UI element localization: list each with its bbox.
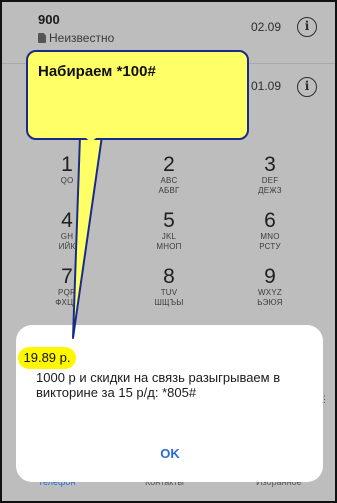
key-letters-cyrillic: ИЙК: [58, 242, 76, 251]
key-letters-latin: WXYZ: [258, 288, 282, 297]
callout-text: Набираем *100#: [38, 63, 156, 80]
key-letters-cyrillic: ФХЦЧ: [55, 298, 79, 307]
balance-badge: 19.89 р.: [18, 347, 76, 369]
key-letters-latin: JKL: [161, 232, 177, 241]
caller-status: Неизвестно: [49, 31, 115, 45]
key-digit: 5: [163, 209, 175, 232]
dial-key-7[interactable]: 7 PQR ФХЦЧ: [32, 266, 102, 308]
info-icon[interactable]: i: [297, 17, 317, 37]
dial-key-2[interactable]: 2 ABC АБВГ: [134, 154, 204, 196]
dial-key-4[interactable]: 4 GH ИЙК: [32, 210, 102, 252]
call-date: 02.09: [250, 20, 281, 34]
key-digit: 2: [163, 153, 175, 176]
caller-subtitle: Неизвестно: [38, 31, 114, 45]
info-icon[interactable]: i: [297, 77, 317, 97]
key-letters-latin: MNO: [260, 232, 280, 241]
key-letters-cyrillic: МНОП: [156, 242, 182, 251]
dial-key-1[interactable]: 1 QO: [32, 154, 102, 186]
key-digit: 3: [264, 153, 276, 176]
key-letters-cyrillic: ЬЭЮЯ: [257, 298, 283, 307]
key-letters-latin: GH: [60, 232, 74, 241]
dial-key-3[interactable]: 3 DEF ДЕЖЗ: [235, 154, 305, 196]
call-date: 01.09: [250, 79, 281, 93]
key-letters-latin: QO: [60, 176, 74, 185]
dial-key-9[interactable]: 9 WXYZ ЬЭЮЯ: [235, 266, 305, 308]
key-letters-cyrillic: АБВГ: [158, 186, 180, 195]
key-digit: 1: [61, 153, 73, 176]
key-digit: 4: [61, 209, 73, 232]
key-letters-cyrillic: ШЩЪЫ: [154, 298, 184, 307]
key-letters-cyrillic: РСТУ: [259, 242, 281, 251]
key-letters-cyrillic: ДЕЖЗ: [258, 186, 282, 195]
ok-button[interactable]: OK: [142, 446, 198, 466]
dial-key-8[interactable]: 8 TUV ШЩЪЫ: [134, 266, 204, 308]
phone-screen: 900 Неизвестно 02.09 i 01.09 i 1 QO 2 AB…: [0, 0, 337, 503]
key-letters-latin: PQR: [58, 288, 76, 297]
key-letters-latin: TUV: [160, 288, 178, 297]
sim-card-icon: [38, 33, 46, 43]
key-digit: 8: [163, 265, 175, 288]
key-letters-latin: ABC: [160, 176, 178, 185]
key-digit: 9: [264, 265, 276, 288]
caller-name: 900: [38, 12, 60, 27]
dial-key-6[interactable]: 6 MNO РСТУ: [235, 210, 305, 252]
key-digit: 6: [264, 209, 276, 232]
ussd-message: 1000 р и скидки на связь разыгрываем в в…: [36, 370, 281, 400]
key-digit: 7: [61, 265, 73, 288]
key-letters-latin: DEF: [261, 176, 279, 185]
dial-key-5[interactable]: 5 JKL МНОП: [134, 210, 204, 252]
